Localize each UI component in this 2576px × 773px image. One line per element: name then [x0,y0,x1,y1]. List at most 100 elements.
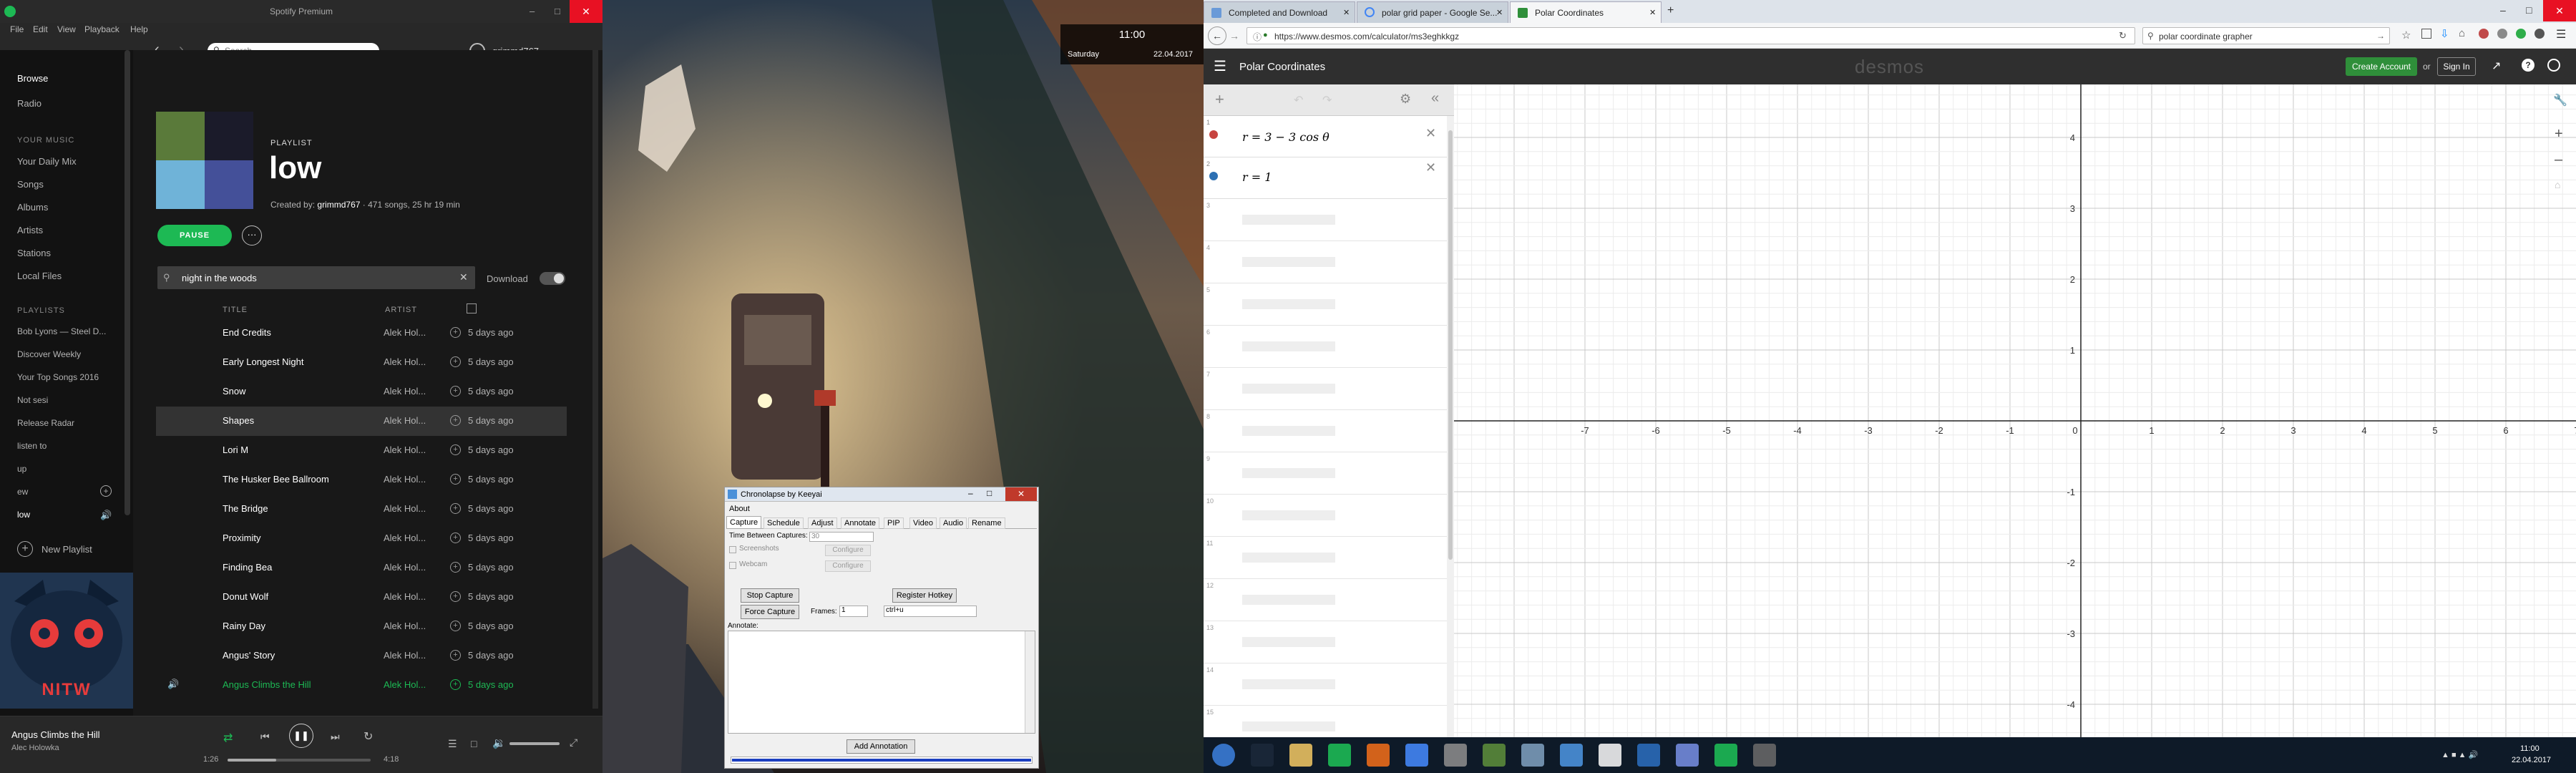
wrench-icon[interactable]: 🔧 [2553,93,2567,107]
nav-local-files[interactable]: Local Files [17,271,62,281]
playlist-item[interactable]: Release Radar [17,418,74,428]
playlist-item[interactable]: up [17,464,26,474]
gear-icon[interactable]: ⚙ [1400,92,1411,107]
track-artist[interactable]: Alek Hol... [384,327,426,338]
minimize-button[interactable]: – [530,6,535,16]
app-icon[interactable] [1444,744,1467,767]
annotation-textarea[interactable] [728,631,1035,734]
empty-expression-row[interactable]: 12 [1204,579,1447,621]
devices-icon[interactable]: □ [471,738,477,749]
track-artist[interactable]: Alek Hol... [384,621,426,631]
add-item-icon[interactable]: + [1215,90,1224,109]
hotkey-input[interactable]: ctrl+u [884,606,977,617]
menu-playback[interactable]: Playback [84,24,119,34]
chronolapse-icon[interactable] [1714,744,1737,767]
empty-expression-row[interactable]: 7 [1204,368,1447,410]
next-icon[interactable]: ⏭ [331,731,340,743]
stop-capture-button[interactable]: Stop Capture [741,588,799,603]
menu-file[interactable]: File [10,24,24,34]
explorer-icon[interactable] [1289,744,1312,767]
extension-icon[interactable] [2534,29,2545,39]
empty-expression-row[interactable]: 4 [1204,241,1447,283]
tab-completed-download[interactable]: Completed and Download ✕ [1204,1,1355,23]
expression-text[interactable]: r = 3 − 3 cos θ [1242,130,1330,144]
calendar-icon[interactable] [467,303,477,313]
add-annotation-button[interactable]: Add Annotation [847,739,915,754]
new-playlist-button[interactable]: + New Playlist [17,541,125,558]
redo-icon[interactable]: ↷ [1322,93,1332,107]
empty-expression-row[interactable]: 6 [1204,326,1447,368]
filter-input[interactable]: ⚲ night in the woods ✕ [157,266,475,289]
close-button[interactable]: ✕ [1005,487,1037,501]
panel-scrollbar[interactable] [1447,116,1454,773]
share-icon[interactable]: ↗ [2492,59,2501,73]
forward-button[interactable]: → [1229,30,1239,42]
nav-radio[interactable]: Radio [17,98,42,109]
table-row[interactable]: Rainy Day + Alek Hol... 5 days ago [156,612,567,641]
table-row[interactable]: Early Longest Night + Alek Hol... 5 days ag… [156,348,567,377]
download-toggle[interactable] [540,272,565,285]
expression-color-icon[interactable] [1209,172,1218,180]
track-artist[interactable]: Alek Hol... [384,356,426,367]
close-icon[interactable]: ✕ [1496,8,1503,17]
delete-icon[interactable]: ✕ [1425,126,1436,141]
track-artist[interactable]: Alek Hol... [384,533,426,543]
home-icon[interactable]: ⌂ [2555,179,2560,190]
table-row[interactable]: Angus' Story + Alek Hol... 5 days ago [156,641,567,671]
configure-button[interactable]: Configure [825,560,871,572]
nav-albums[interactable]: Albums [17,202,48,213]
taskbar-time[interactable]: 11:00 [2520,744,2540,753]
track-artist[interactable]: Alek Hol... [384,562,426,573]
tab-video[interactable]: Video [909,517,937,529]
nav-daily-mix[interactable]: Your Daily Mix [17,156,77,167]
globe-icon[interactable] [2547,59,2560,72]
delete-icon[interactable]: ✕ [1425,160,1436,175]
playlist-item[interactable]: Bob Lyons — Steel D... [17,326,106,336]
tab-schedule[interactable]: Schedule [763,517,804,529]
playlist-item[interactable]: Discover Weekly [17,349,81,359]
tab-annotate[interactable]: Annotate [841,517,880,529]
graph-title[interactable]: Polar Coordinates [1239,61,1325,73]
webcam-checkbox[interactable] [729,562,736,569]
now-playing-artist[interactable]: Alec Holowka [11,744,59,752]
table-row[interactable]: Finding Bea + Alek Hol... 5 days ago [156,553,567,583]
tab-rename[interactable]: Rename [968,517,1005,529]
sidebar-scrollbar[interactable] [125,50,130,515]
track-artist[interactable]: Alek Hol... [384,503,426,514]
add-icon[interactable]: + [100,485,112,497]
fullscreen-icon[interactable]: ⤢ [570,736,577,749]
table-row[interactable]: Donut Wolf + Alek Hol... 5 days ago [156,583,567,612]
add-icon[interactable]: + [450,679,461,690]
spotify-icon[interactable] [1328,744,1351,767]
hamburger-icon[interactable]: ☰ [1214,57,1226,75]
app3-icon[interactable] [1599,744,1621,767]
more-button[interactable]: ··· [242,225,262,245]
table-row-selected[interactable]: Shapes + Alek Hol... 5 days ago [156,407,567,436]
tab-polar-coordinates[interactable]: Polar Coordinates ✕ [1510,1,1662,23]
playlist-item[interactable]: listen to [17,441,47,451]
taskbar-date[interactable]: 22.04.2017 [2512,756,2551,764]
nav-songs[interactable]: Songs [17,179,44,190]
sign-in-button[interactable]: Sign In [2437,57,2476,76]
volume-icon[interactable]: 🔉 [492,736,506,749]
shuffle-icon[interactable]: ⇄ [223,731,233,745]
graph-paper[interactable]: -7-6-5-4-3-2-1012345674321-1-2-3-4 🔧 + –… [1454,84,2576,773]
empty-expression-row[interactable]: 14 [1204,663,1447,706]
table-row[interactable]: Snow + Alek Hol... 5 days ago [156,377,567,407]
reload-icon[interactable]: ↻ [2119,30,2127,42]
nav-browse[interactable]: Browse [17,73,48,84]
force-capture-button[interactable]: Force Capture [741,605,799,619]
add-icon[interactable]: + [450,386,461,397]
chrome-icon[interactable] [1405,744,1428,767]
close-icon[interactable]: ✕ [1343,8,1350,17]
zoom-out-icon[interactable]: – [2555,152,2562,168]
column-title[interactable]: TITLE [223,306,248,314]
close-button[interactable]: ✕ [2543,0,2576,21]
playlist-item[interactable]: Not sesi [17,395,48,405]
track-artist[interactable]: Alek Hol... [384,650,426,661]
empty-expression-row[interactable]: 13 [1204,621,1447,663]
frames-input[interactable]: 1 [839,606,868,617]
screenshots-checkbox[interactable] [729,546,736,553]
empty-expression-row[interactable]: 8 [1204,410,1447,452]
zoom-in-icon[interactable]: + [2555,126,2563,142]
